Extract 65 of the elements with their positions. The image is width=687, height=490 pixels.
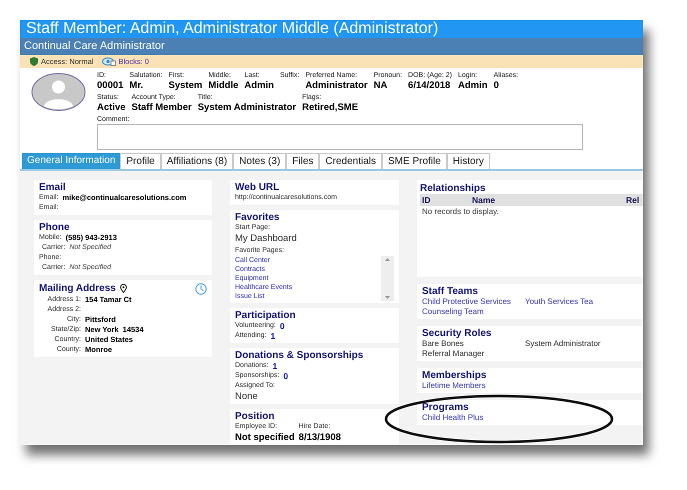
link[interactable]: Counseling Team: [422, 307, 484, 317]
count-link[interactable]: 0: [280, 321, 285, 331]
list-item: Referral Manager: [422, 349, 484, 359]
card-title: Position: [235, 411, 276, 422]
field-value: NA: [374, 80, 388, 91]
card-title: Web URL: [235, 182, 280, 193]
tab[interactable]: Affiliations (8): [160, 153, 234, 169]
tab[interactable]: SME Profile: [382, 153, 447, 169]
subtitle-bar: Continual Care Administrator: [20, 38, 643, 55]
field-value: Middle: [208, 80, 238, 91]
tab[interactable]: Files: [286, 153, 320, 169]
empty-message: No records to display.: [421, 206, 500, 218]
shield-icon: [30, 57, 38, 66]
card-title: Participation: [235, 310, 297, 321]
card-title: Staff Teams: [422, 286, 479, 297]
map-pin-icon[interactable]: [120, 284, 127, 293]
link[interactable]: Child Protective Services: [422, 297, 511, 307]
scroll-up-icon[interactable]: [385, 258, 390, 261]
card-title: Programs: [422, 402, 470, 413]
card-title: Security Roles: [422, 328, 492, 339]
field-value: System Administrator: [198, 102, 296, 113]
field-value: Not specified: [235, 432, 295, 443]
comment-field[interactable]: [97, 124, 583, 150]
clock-icon[interactable]: [195, 282, 207, 294]
link[interactable]: Youth Services Tea: [525, 297, 594, 307]
list-item: System Administrator: [525, 339, 601, 349]
card-title: Relationships: [420, 183, 487, 194]
tab[interactable]: Credentials: [319, 153, 382, 169]
field-value: Staff Member: [132, 102, 192, 113]
field-value: 0: [494, 80, 500, 91]
column-header: Name: [472, 194, 496, 206]
field-value: 00001: [97, 80, 124, 91]
scrollbar[interactable]: [381, 256, 394, 301]
count-link[interactable]: 0: [283, 371, 288, 381]
column-header: Rel: [626, 194, 640, 206]
card-title: Donations & Sponsorships: [235, 350, 364, 361]
tab[interactable]: History: [446, 153, 490, 169]
count-link[interactable]: 1: [272, 361, 278, 371]
card-title: Mailing Address: [39, 283, 116, 294]
field-value: Admin: [244, 80, 274, 91]
field-value: Admin: [458, 80, 488, 91]
link[interactable]: Child Health Plus: [422, 413, 484, 423]
card-title: Memberships: [422, 370, 488, 381]
field-value: Mr.: [129, 80, 144, 91]
window-title: Staff Member: Admin, Administrator Middle (Administrator): [20, 20, 643, 38]
card-title: Email: [39, 182, 67, 193]
field-value: My Dashboard: [235, 233, 298, 244]
list-item: Bare Bones: [422, 339, 464, 349]
count-link[interactable]: 1: [270, 331, 276, 341]
avatar-icon: [31, 73, 86, 111]
link[interactable]: Lifetime Members: [422, 381, 486, 391]
field-value: Active: [97, 102, 126, 113]
field-value: 8/13/1908: [298, 432, 341, 443]
column-header: ID: [422, 194, 432, 206]
eye-icon: [102, 57, 116, 66]
scroll-down-icon[interactable]: [385, 296, 390, 299]
field-value: Administrator: [305, 80, 368, 91]
tab[interactable]: Notes (3): [233, 153, 286, 169]
field-value: Retired,SME: [302, 102, 358, 113]
field-value: 6/14/2018: [408, 80, 452, 91]
field-value: System: [168, 80, 202, 91]
card-title: Favorites: [235, 212, 280, 223]
field-value: None: [235, 391, 259, 402]
tab[interactable]: Profile: [120, 153, 161, 169]
card-title: Phone: [39, 222, 71, 233]
